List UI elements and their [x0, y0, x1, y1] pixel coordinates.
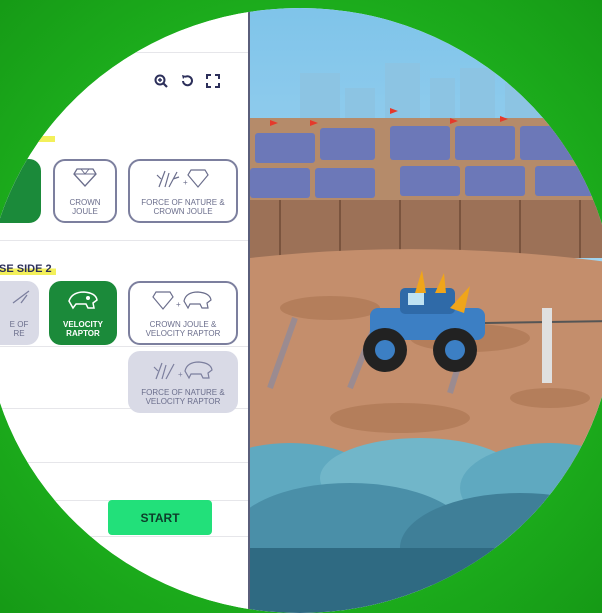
option-card-force-velocity[interactable]: + FORCE OF NATURE & VELOCITY RAPTOR: [128, 351, 238, 413]
game-scene: [250, 8, 602, 613]
rotate-ccw-icon[interactable]: [179, 73, 195, 89]
side2-label: SE SIDE 2: [0, 263, 56, 275]
screenshot-lens: CROWN JOULE + FORCE OF NATURE & CROWN JO…: [0, 0, 602, 613]
svg-text:+: +: [183, 178, 188, 187]
diamond-plus-raptor-icon: +: [130, 289, 236, 311]
option-card-velocity-raptor[interactable]: VELOCITY RAPTOR: [49, 281, 117, 345]
control-panel: CROWN JOULE + FORCE OF NATURE & CROWN JO…: [0, 8, 250, 613]
card-label: CROWN JOULE: [69, 198, 101, 216]
option-card-crown-joule[interactable]: CROWN JOULE: [53, 159, 117, 223]
card-label: FORCE OF NATURE & VELOCITY RAPTOR: [141, 388, 225, 406]
card-label: E OF RE: [9, 320, 29, 338]
option-card-crown-velocity[interactable]: + CROWN JOULE & VELOCITY RAPTOR: [128, 281, 238, 345]
option-card-selected-partial[interactable]: [0, 159, 41, 223]
plant-plus-raptor-icon: +: [130, 359, 236, 381]
side1-label-highlight: [0, 136, 55, 142]
card-label: VELOCITY RAPTOR: [62, 320, 103, 338]
option-card-force-crown[interactable]: + FORCE OF NATURE & CROWN JOULE: [128, 159, 238, 223]
magnifier-circle: CROWN JOULE + FORCE OF NATURE & CROWN JO…: [0, 8, 602, 613]
fullscreen-icon[interactable]: [205, 73, 221, 89]
svg-text:+: +: [176, 300, 181, 309]
card-label: FORCE OF NATURE & CROWN JOULE: [141, 198, 225, 216]
diamond-icon: [55, 167, 115, 187]
start-button[interactable]: START: [108, 500, 212, 535]
magnify-plus-icon[interactable]: [153, 73, 169, 89]
option-card-force-partial[interactable]: E OF RE: [0, 281, 39, 345]
arena-illustration: [250, 58, 602, 613]
raptor-skull-icon: [51, 289, 115, 313]
toolbar: [153, 73, 221, 89]
card-label: CROWN JOULE & VELOCITY RAPTOR: [145, 320, 221, 338]
svg-text:+: +: [178, 370, 183, 379]
plant-icon: [0, 289, 37, 305]
plant-plus-diamond-icon: +: [130, 167, 236, 189]
